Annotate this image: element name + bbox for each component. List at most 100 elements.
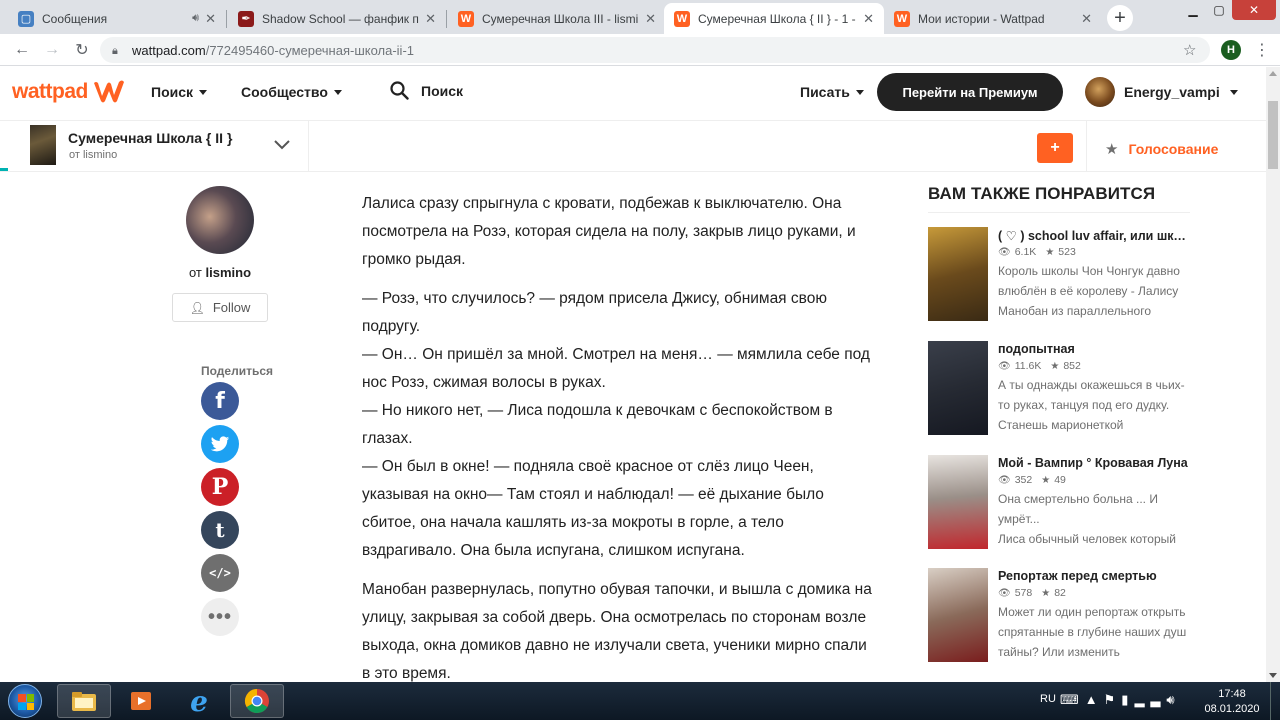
lock-icon: 🔒︎	[112, 45, 118, 57]
taskbar-media-player[interactable]	[114, 684, 168, 718]
folder-icon	[72, 692, 96, 711]
recommendation-item[interactable]: ( ♡ ) school luv affair, или школьная лю…	[928, 227, 1190, 323]
author-name-link[interactable]: lismino	[206, 265, 252, 280]
forward-button[interactable]: →	[40, 38, 64, 62]
recommendation-title[interactable]: Мой - Вампир ° Кровавая Луна	[998, 456, 1190, 470]
recommendation-description: А ты однажды окажешься в чьих-то руках, …	[998, 378, 1185, 432]
pinterest-share-icon[interactable]: P	[201, 468, 239, 506]
recommendation-cover[interactable]	[928, 455, 988, 549]
reload-button[interactable]: ↻	[70, 38, 94, 62]
story-author[interactable]: от lismino	[69, 149, 117, 161]
close-tab-icon[interactable]: ✕	[205, 11, 216, 27]
reading-progress-bar	[0, 168, 8, 171]
nav-community-dropdown[interactable]: Сообщество	[241, 84, 342, 100]
browser-tab-school-2-active[interactable]: W Сумеречная Школа { II } - 1 - W ✕	[664, 3, 884, 34]
write-dropdown[interactable]: Писать	[800, 84, 864, 100]
show-desktop-button[interactable]	[1270, 682, 1280, 720]
recommendation-item[interactable]: Мой - Вампир ° Кровавая Луна 👁︎ 352 ★ 49 О…	[928, 455, 1190, 551]
recommendation-cover[interactable]	[928, 568, 988, 662]
system-tray-icons[interactable]: ⌨▲⚑▮▂▃🔊︎	[1060, 692, 1181, 708]
divider	[308, 121, 309, 171]
star-icon: ★	[1045, 246, 1055, 258]
user-avatar[interactable]	[1085, 77, 1115, 107]
start-button[interactable]	[8, 684, 42, 718]
nav-search-dropdown[interactable]: Поиск	[151, 84, 208, 100]
ficbook-icon: ✒	[238, 10, 254, 27]
recommendation-item[interactable]: Репортаж перед смертью 👁︎ 578 ★ 82 Может л…	[928, 568, 1190, 664]
taskbar-internet-explorer[interactable]: e	[172, 684, 226, 718]
embed-code-icon[interactable]: </>	[201, 554, 239, 592]
story-cover-thumbnail[interactable]	[30, 125, 56, 165]
eye-icon: 👁︎	[998, 474, 1011, 486]
recommendation-title[interactable]: Репортаж перед смертью	[998, 569, 1190, 583]
browser-tab-messages[interactable]: ▢ Сообщения 🔊︎ ✕	[8, 3, 226, 34]
story-title[interactable]: Сумеречная Школа { II }	[68, 130, 232, 146]
go-premium-button[interactable]: Перейти на Премиум	[877, 73, 1063, 111]
browser-tab-my-stories[interactable]: W Мои истории - Wattpad ✕	[884, 3, 1102, 34]
recommendation-title[interactable]: ( ♡ ) school luv affair, или школьная лю…	[998, 228, 1190, 243]
user-plus-icon: 👤︎	[189, 300, 205, 315]
divider	[1086, 121, 1087, 171]
recommendation-cover[interactable]	[928, 227, 988, 321]
recommendation-stats: 👁︎ 352 ★ 49	[998, 474, 1066, 486]
scrollbar-thumb[interactable]	[1268, 101, 1278, 169]
recommendations-heading: ВАМ ТАКЖЕ ПОНРАВИТСЯ	[928, 184, 1190, 213]
follow-button[interactable]: 👤︎ Follow	[172, 293, 268, 322]
recommendation-description: Король школы Чон Чонгук давно влюблён в …	[998, 264, 1180, 318]
recommendation-stats: 👁︎ 11.6K ★ 852	[998, 360, 1081, 372]
address-bar[interactable]: 🔒︎ wattpad.com/772495460-сумеречная-школ…	[100, 37, 1210, 63]
recommendation-title[interactable]: подопытная	[998, 342, 1190, 356]
browser-menu-icon[interactable]: ⋮	[1254, 40, 1270, 60]
facebook-share-icon[interactable]: f	[201, 382, 239, 420]
close-window-button[interactable]: ✕	[1232, 0, 1276, 20]
author-avatar[interactable]	[186, 186, 254, 254]
browser-tab-shadow-school[interactable]: ✒ Shadow School — фанфик по фэ ✕	[228, 3, 446, 34]
taskbar-explorer[interactable]	[57, 684, 111, 718]
windows-taskbar: e RU ⌨▲⚑▮▂▃🔊︎ 17:48 08.01.2020	[0, 682, 1280, 720]
wattpad-w-icon	[93, 80, 124, 103]
add-to-library-button[interactable]: +	[1037, 133, 1073, 163]
story-paragraph: — Он… Он пришёл за мной. Смотрел на меня…	[362, 346, 870, 391]
speaker-icon[interactable]: 🔊︎	[192, 12, 199, 25]
chrome-icon	[244, 689, 269, 714]
maximize-window-button[interactable]: ▢	[1206, 0, 1232, 20]
browser-tab-school-3[interactable]: W Сумеречная Школа III - lismino ✕	[448, 3, 666, 34]
close-tab-icon[interactable]: ✕	[1081, 11, 1092, 27]
recommendation-description: Она смертельно больна ... И умрёт... Лис…	[998, 492, 1176, 546]
close-tab-icon[interactable]: ✕	[863, 11, 874, 27]
close-tab-icon[interactable]: ✕	[645, 11, 656, 27]
tumblr-share-icon[interactable]: t	[201, 511, 239, 549]
star-icon: ★	[1105, 141, 1119, 158]
back-button[interactable]: ←	[10, 38, 34, 62]
url-path: /772495460-сумеречная-школа-ii-1	[205, 42, 415, 58]
bookmark-star-icon[interactable]: ☆	[1183, 41, 1196, 59]
wattpad-header: wattpad Поиск Сообщество Поиск Писать Пе…	[0, 67, 1266, 120]
wattpad-favicon: W	[674, 10, 690, 27]
recommendation-item[interactable]: подопытная 👁︎ 11.6K ★ 852 А ты однажды ока…	[928, 341, 1190, 437]
minimize-window-button[interactable]: ▁	[1180, 0, 1206, 20]
browser-tab-strip: ▢ Сообщения 🔊︎ ✕ ✒ Shadow School — фанфи…	[0, 0, 1280, 34]
close-tab-icon[interactable]: ✕	[425, 11, 436, 27]
author-byline: от lismino	[188, 265, 252, 280]
chevron-down-icon[interactable]	[272, 137, 292, 151]
page-scrollbar[interactable]	[1266, 67, 1280, 682]
story-paragraph: — Он был в окне! — подняла своё красное …	[362, 458, 824, 559]
header-search[interactable]: Поиск	[390, 81, 463, 100]
share-label: Поделиться	[201, 364, 274, 378]
scroll-up-arrow-icon[interactable]	[1269, 71, 1277, 76]
star-icon: ★	[1041, 587, 1051, 599]
url-host: wattpad.com	[132, 42, 206, 58]
scroll-down-arrow-icon[interactable]	[1269, 673, 1277, 678]
wattpad-logo[interactable]: wattpad	[12, 79, 126, 105]
recommendation-cover[interactable]	[928, 341, 988, 435]
user-menu-dropdown[interactable]: Energy_vampi	[1124, 84, 1238, 100]
keyboard-language[interactable]: RU	[1040, 693, 1056, 705]
windows-logo-icon	[18, 694, 34, 710]
vote-button[interactable]: ★ Голосование	[1105, 140, 1218, 158]
twitter-share-icon[interactable]	[201, 425, 239, 463]
browser-profile-avatar[interactable]: H	[1221, 40, 1241, 60]
taskbar-chrome[interactable]	[230, 684, 284, 718]
taskbar-clock[interactable]: 17:48 08.01.2020	[1202, 687, 1262, 717]
new-tab-button[interactable]: +	[1107, 5, 1133, 31]
more-options-icon[interactable]: •••	[201, 598, 239, 636]
